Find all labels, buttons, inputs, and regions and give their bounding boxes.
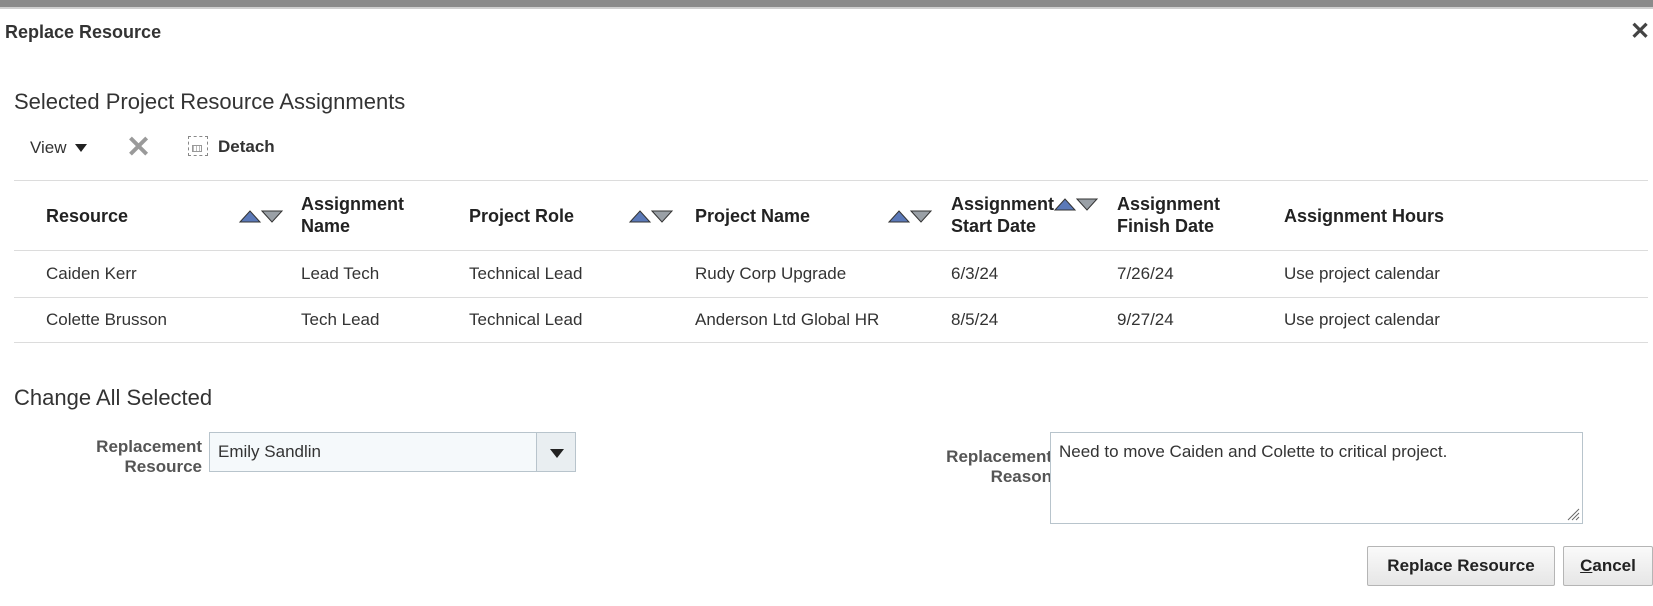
selected-assignments-heading: Selected Project Resource Assignments xyxy=(14,89,406,114)
column-header-assignment-name[interactable]: Assignment Name xyxy=(301,193,441,237)
detach-label: Detach xyxy=(218,137,275,156)
detach-icon xyxy=(188,136,208,156)
background-window-strip xyxy=(0,0,1653,9)
table-top-border xyxy=(14,180,1648,181)
replacement-reason-textarea[interactable]: Need to move Caiden and Colette to criti… xyxy=(1050,432,1583,524)
replacement-reason-value: Need to move Caiden and Colette to criti… xyxy=(1059,442,1448,461)
table-header-border xyxy=(14,250,1648,251)
replacement-reason-label: Replacement Reason xyxy=(946,447,1052,486)
delete-icon[interactable]: ✕ xyxy=(126,132,151,164)
cell-resource: Caiden Kerr xyxy=(46,264,137,283)
sort-descending-icon[interactable] xyxy=(909,210,933,223)
sort-buttons-start-date xyxy=(1053,194,1099,214)
sort-ascending-icon[interactable] xyxy=(1053,198,1077,211)
cell-project-name: Rudy Corp Upgrade xyxy=(695,264,847,283)
column-header-resource[interactable]: Resource xyxy=(46,205,128,227)
replacement-resource-value: Emily Sandlin xyxy=(218,442,321,461)
dialog-title: Replace Resource xyxy=(5,22,162,42)
cell-finish-date: 7/26/24 xyxy=(1117,264,1174,283)
replace-resource-button[interactable]: Replace Resource xyxy=(1367,546,1555,586)
sort-ascending-icon[interactable] xyxy=(887,210,911,223)
cell-finish-date: 9/27/24 xyxy=(1117,310,1174,329)
sort-descending-icon[interactable] xyxy=(650,210,674,223)
cell-assignment-name: Tech Lead xyxy=(301,310,380,329)
column-header-project-name[interactable]: Project Name xyxy=(695,205,810,227)
cell-assignment-hours: Use project calendar xyxy=(1284,264,1440,283)
change-all-selected-heading: Change All Selected xyxy=(14,385,213,410)
sort-descending-icon[interactable] xyxy=(1075,198,1099,211)
cell-start-date: 6/3/24 xyxy=(951,264,999,283)
cell-project-role: Technical Lead xyxy=(469,310,583,329)
view-label: View xyxy=(30,138,67,157)
resize-grip-icon[interactable] xyxy=(1566,507,1580,521)
sort-descending-icon[interactable] xyxy=(260,210,284,223)
sort-buttons-project-role xyxy=(628,206,674,226)
sort-buttons-resource xyxy=(238,206,284,226)
replacement-resource-select[interactable]: Emily Sandlin xyxy=(209,432,576,472)
cancel-mnemonic: C xyxy=(1580,556,1593,575)
row-divider xyxy=(14,297,1648,298)
cancel-button[interactable]: Cancel xyxy=(1563,546,1653,586)
cell-start-date: 8/5/24 xyxy=(951,310,999,329)
view-menu-button[interactable]: View xyxy=(30,138,87,158)
sort-buttons-project-name xyxy=(887,206,933,226)
sort-ascending-icon[interactable] xyxy=(238,210,262,223)
view-dropdown-icon xyxy=(74,143,87,152)
cell-assignment-name: Lead Tech xyxy=(301,264,380,283)
cell-project-name: Anderson Ltd Global HR xyxy=(695,310,880,329)
replacement-resource-label: Replacement Resource xyxy=(96,437,202,476)
sort-ascending-icon[interactable] xyxy=(628,210,652,223)
dropdown-arrow-icon[interactable] xyxy=(536,432,576,472)
cell-assignment-hours: Use project calendar xyxy=(1284,310,1440,329)
cell-resource: Colette Brusson xyxy=(46,310,167,329)
column-header-project-role[interactable]: Project Role xyxy=(469,205,574,227)
column-header-assignment-finish-date[interactable]: Assignment Finish Date xyxy=(1117,193,1247,237)
cancel-label: ancel xyxy=(1592,556,1636,575)
cell-project-role: Technical Lead xyxy=(469,264,583,283)
table-bottom-border xyxy=(14,342,1648,343)
table-toolbar: View ✕ Detach xyxy=(14,132,514,164)
column-header-assignment-hours[interactable]: Assignment Hours xyxy=(1284,205,1444,227)
close-icon[interactable]: ✕ xyxy=(1630,18,1650,46)
